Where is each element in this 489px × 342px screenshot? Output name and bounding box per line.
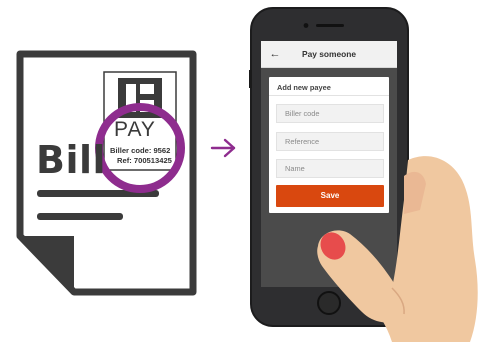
hand-illustration <box>317 156 478 342</box>
illustration-scene: Bill PAY Biller code: 9562 Ref: 70051342… <box>0 0 489 342</box>
